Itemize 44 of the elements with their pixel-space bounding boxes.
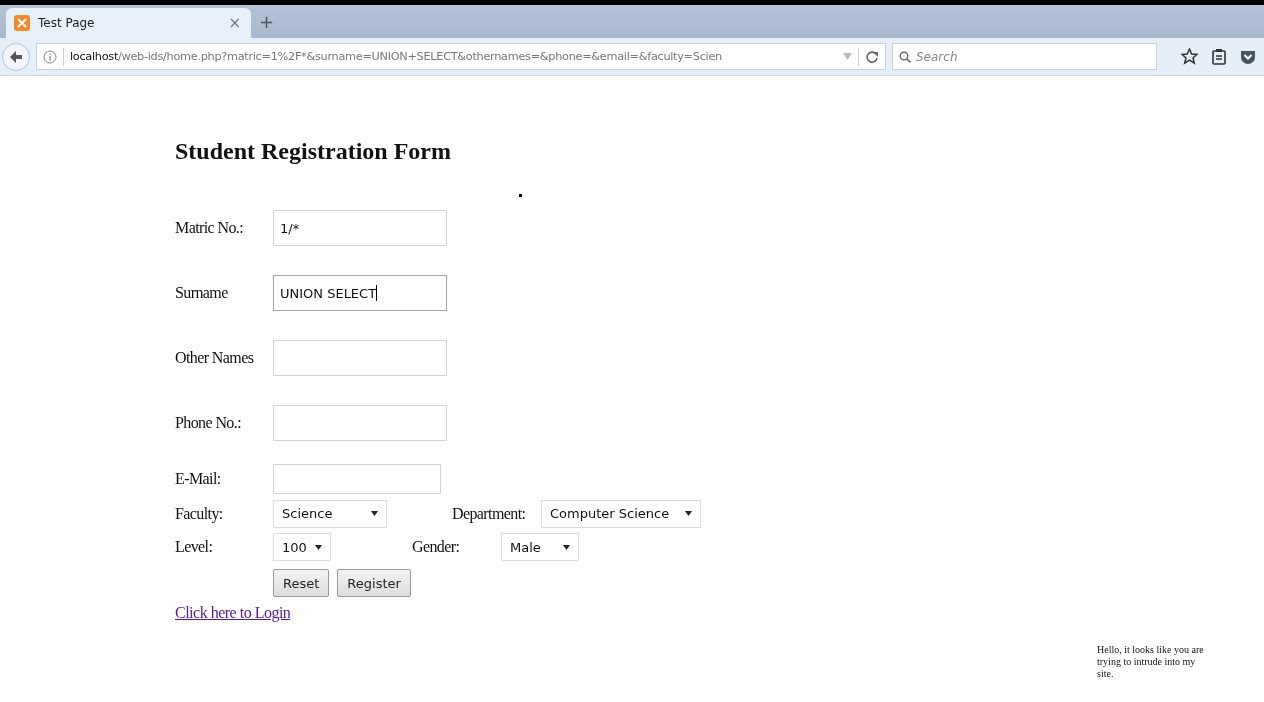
search-icon [899, 50, 911, 63]
browser-tab[interactable]: Test Page × [6, 8, 251, 38]
app-logo-icon [14, 15, 30, 31]
field-label: Level: [175, 538, 214, 556]
field-label: Gender: [412, 538, 461, 556]
field-label: Department: [452, 504, 527, 523]
reload-icon[interactable] [865, 49, 879, 64]
field-label: Phone No.: [175, 413, 242, 432]
field-label: Matric No.: [175, 218, 245, 237]
select-field[interactable]: Computer Science [541, 499, 701, 528]
field-label: Surname [175, 283, 229, 302]
field-label: Other Names [175, 348, 255, 367]
url-text: localhost/web-ids/home.php?matric=1%2F*&surname=UNION+SELECT&othernames=&phone=&email=&faculty=Scien [70, 50, 723, 63]
select-field[interactable]: Male [501, 533, 579, 561]
input-field[interactable]: 1/* [273, 210, 447, 246]
address-bar[interactable]: localhost/web-ids/home.php?matric=1%2F*&surname=UNION+SELECT&othernames=&phone=&email=&faculty=Scien [36, 43, 886, 70]
dropdown-arrow-icon [685, 511, 692, 516]
clipboard-icon[interactable] [1212, 48, 1226, 65]
tab-title: Test Page [38, 16, 96, 30]
dropdown-arrow-icon [315, 544, 322, 550]
register-button[interactable]: Register [337, 569, 411, 597]
dropdown-arrow-icon [371, 511, 378, 516]
back-button[interactable] [2, 42, 30, 71]
select-field[interactable]: Science [273, 499, 387, 528]
reset-button[interactable]: Reset [273, 569, 330, 597]
input-field[interactable] [273, 405, 447, 441]
back-arrow-icon [9, 49, 23, 64]
select-field[interactable]: 100 [273, 533, 331, 561]
new-tab-button[interactable]: + [259, 11, 275, 32]
input-field[interactable] [273, 464, 441, 494]
input-field[interactable]: UNION SELECT [273, 275, 447, 311]
dropdown-arrow-icon [563, 544, 570, 550]
star-icon[interactable] [1181, 48, 1198, 65]
close-tab-button[interactable]: × [228, 14, 241, 32]
dot-mark [519, 194, 522, 197]
field-label: Faculty: [175, 504, 224, 523]
info-icon [43, 49, 57, 64]
search-field[interactable]: Search [892, 43, 1157, 70]
login-link[interactable]: Click here to Login [175, 604, 291, 622]
shield-icon[interactable] [1240, 48, 1256, 65]
notice-text: Hello, it looks like you are trying to intrude into my site. [1097, 644, 1205, 680]
form-title: Student Registration Form [175, 138, 452, 165]
input-field[interactable] [273, 340, 447, 376]
field-label: E-Mail: [175, 470, 222, 488]
